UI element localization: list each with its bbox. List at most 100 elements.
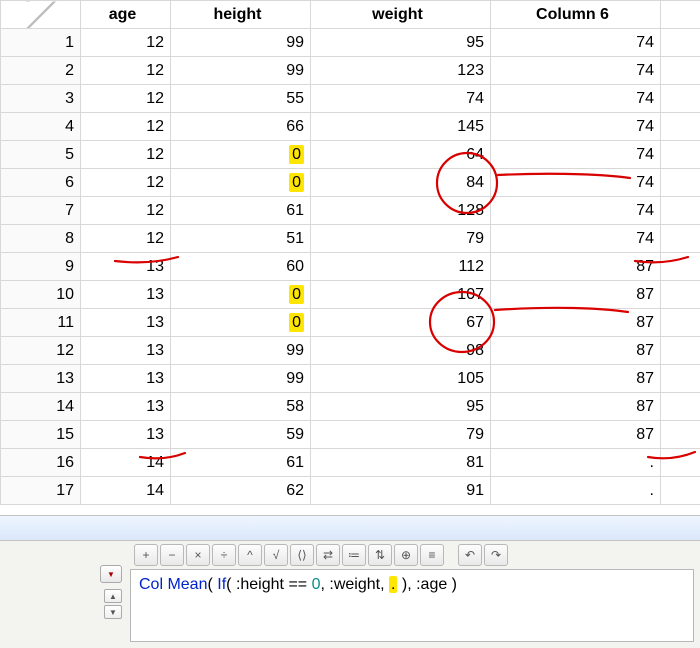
cell-height[interactable]: 66: [171, 113, 311, 141]
cell-weight[interactable]: 107: [311, 281, 491, 309]
cell-col6[interactable]: 74: [491, 197, 661, 225]
table-row[interactable]: 1213999887: [1, 337, 700, 365]
cell-height[interactable]: 0: [171, 281, 311, 309]
cell-height[interactable]: 62: [171, 477, 311, 505]
toolbar-button[interactable]: ↶: [458, 544, 482, 566]
cell-height[interactable]: 99: [171, 29, 311, 57]
cell-age[interactable]: 13: [81, 281, 171, 309]
cell-age[interactable]: 12: [81, 197, 171, 225]
row-header[interactable]: 12: [1, 337, 81, 365]
cell-height[interactable]: 51: [171, 225, 311, 253]
cell-weight[interactable]: 67: [311, 309, 491, 337]
cell-age[interactable]: 13: [81, 393, 171, 421]
cell-age[interactable]: 13: [81, 337, 171, 365]
cell-height[interactable]: 60: [171, 253, 311, 281]
table-row[interactable]: 1513597987: [1, 421, 700, 449]
cell-weight[interactable]: 84: [311, 169, 491, 197]
cell-weight[interactable]: 112: [311, 253, 491, 281]
toolbar-button[interactable]: ×: [186, 544, 210, 566]
row-header[interactable]: 13: [1, 365, 81, 393]
row-header[interactable]: 16: [1, 449, 81, 477]
table-row[interactable]: 312557474: [1, 85, 700, 113]
row-header[interactable]: 17: [1, 477, 81, 505]
row-header[interactable]: 15: [1, 421, 81, 449]
cell-height[interactable]: 61: [171, 449, 311, 477]
table-row[interactable]: 61208474: [1, 169, 700, 197]
row-header[interactable]: 9: [1, 253, 81, 281]
cell-height[interactable]: 55: [171, 85, 311, 113]
cell-col6[interactable]: 74: [491, 141, 661, 169]
cell-weight[interactable]: 64: [311, 141, 491, 169]
cell-age[interactable]: 12: [81, 113, 171, 141]
cell-col6[interactable]: 74: [491, 113, 661, 141]
col-header-col6[interactable]: Column 6: [491, 1, 661, 29]
data-table[interactable]: age height weight Column 6 1129995742129…: [0, 0, 700, 505]
cell-weight[interactable]: 123: [311, 57, 491, 85]
cell-col6[interactable]: 74: [491, 225, 661, 253]
cell-age[interactable]: 14: [81, 477, 171, 505]
cell-col6[interactable]: 74: [491, 85, 661, 113]
cell-weight[interactable]: 98: [311, 337, 491, 365]
cell-weight[interactable]: 74: [311, 85, 491, 113]
row-header[interactable]: 1: [1, 29, 81, 57]
row-corner[interactable]: [1, 1, 81, 29]
table-row[interactable]: 4126614574: [1, 113, 700, 141]
row-header[interactable]: 2: [1, 57, 81, 85]
toolbar-button[interactable]: ⟨⟩: [290, 544, 314, 566]
cell-age[interactable]: 13: [81, 365, 171, 393]
cell-weight[interactable]: 95: [311, 29, 491, 57]
cell-col6[interactable]: 87: [491, 365, 661, 393]
col-header-height[interactable]: height: [171, 1, 311, 29]
table-row[interactable]: 51206474: [1, 141, 700, 169]
toolbar-button[interactable]: ≔: [342, 544, 366, 566]
table-row[interactable]: 7126112874: [1, 197, 700, 225]
toolbar-button[interactable]: √: [264, 544, 288, 566]
cell-height[interactable]: 0: [171, 141, 311, 169]
data-grid[interactable]: age height weight Column 6 1129995742129…: [0, 0, 700, 515]
table-row[interactable]: 13139910587: [1, 365, 700, 393]
cell-col6[interactable]: 87: [491, 393, 661, 421]
cell-weight[interactable]: 95: [311, 393, 491, 421]
cell-height[interactable]: 99: [171, 337, 311, 365]
toolbar-button[interactable]: ⊕: [394, 544, 418, 566]
row-header[interactable]: 3: [1, 85, 81, 113]
row-header[interactable]: 4: [1, 113, 81, 141]
table-row[interactable]: 111306787: [1, 309, 700, 337]
toolbar-button[interactable]: +: [134, 544, 158, 566]
cell-age[interactable]: 12: [81, 29, 171, 57]
toolbar-button[interactable]: ÷: [212, 544, 236, 566]
cell-col6[interactable]: 87: [491, 337, 661, 365]
toolbar-button[interactable]: −: [160, 544, 184, 566]
col-header-age[interactable]: age: [81, 1, 171, 29]
table-row[interactable]: 1413589587: [1, 393, 700, 421]
cell-col6[interactable]: 87: [491, 281, 661, 309]
cell-age[interactable]: 12: [81, 57, 171, 85]
cell-weight[interactable]: 79: [311, 225, 491, 253]
row-header[interactable]: 11: [1, 309, 81, 337]
cell-age[interactable]: 13: [81, 309, 171, 337]
cell-age[interactable]: 13: [81, 253, 171, 281]
cell-col6[interactable]: 87: [491, 309, 661, 337]
toolbar-button[interactable]: ⇅: [368, 544, 392, 566]
cell-age[interactable]: 13: [81, 421, 171, 449]
step-up-button[interactable]: ▲: [104, 589, 122, 603]
cell-height[interactable]: 0: [171, 169, 311, 197]
cell-height[interactable]: 61: [171, 197, 311, 225]
table-row[interactable]: 2129912374: [1, 57, 700, 85]
cell-col6[interactable]: 74: [491, 57, 661, 85]
cell-weight[interactable]: 145: [311, 113, 491, 141]
row-header[interactable]: 7: [1, 197, 81, 225]
cell-height[interactable]: 99: [171, 365, 311, 393]
cell-age[interactable]: 12: [81, 141, 171, 169]
cell-weight[interactable]: 81: [311, 449, 491, 477]
toolbar-button[interactable]: ^: [238, 544, 262, 566]
table-row[interactable]: 17146291.: [1, 477, 700, 505]
table-row[interactable]: 812517974: [1, 225, 700, 253]
cell-age[interactable]: 14: [81, 449, 171, 477]
cell-height[interactable]: 0: [171, 309, 311, 337]
cell-col6[interactable]: .: [491, 449, 661, 477]
toolbar-button[interactable]: ↷: [484, 544, 508, 566]
toolbar-button[interactable]: ≡: [420, 544, 444, 566]
row-header[interactable]: 8: [1, 225, 81, 253]
cell-col6[interactable]: 74: [491, 29, 661, 57]
